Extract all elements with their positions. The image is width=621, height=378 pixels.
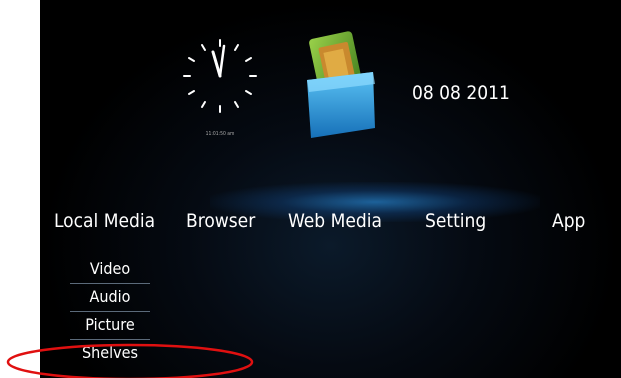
date-display: 08 08 2011 (412, 82, 510, 104)
menu-item-setting[interactable]: Setting (425, 210, 486, 232)
submenu-item-shelves[interactable]: Shelves (70, 340, 150, 367)
clock-time-text: 11:01:50 am (205, 131, 235, 137)
menu-item-app[interactable]: App (552, 210, 585, 232)
submenu-item-audio[interactable]: Audio (70, 284, 150, 312)
submenu-item-picture[interactable]: Picture (70, 312, 150, 340)
local-media-submenu: Video Audio Picture Shelves (70, 256, 150, 367)
media-box-icon (307, 31, 375, 138)
tv-home-screen: 11:01:50 am 08 08 2011 Local Media Brows… (40, 0, 621, 378)
submenu-item-video[interactable]: Video (70, 256, 150, 284)
menu-item-web-media[interactable]: Web Media (288, 210, 382, 232)
hour-hand (211, 50, 222, 78)
minute-hand (218, 44, 226, 78)
menu-item-local-media[interactable]: Local Media (54, 210, 155, 232)
analog-clock-icon (183, 39, 257, 113)
menu-item-browser[interactable]: Browser (186, 210, 255, 232)
